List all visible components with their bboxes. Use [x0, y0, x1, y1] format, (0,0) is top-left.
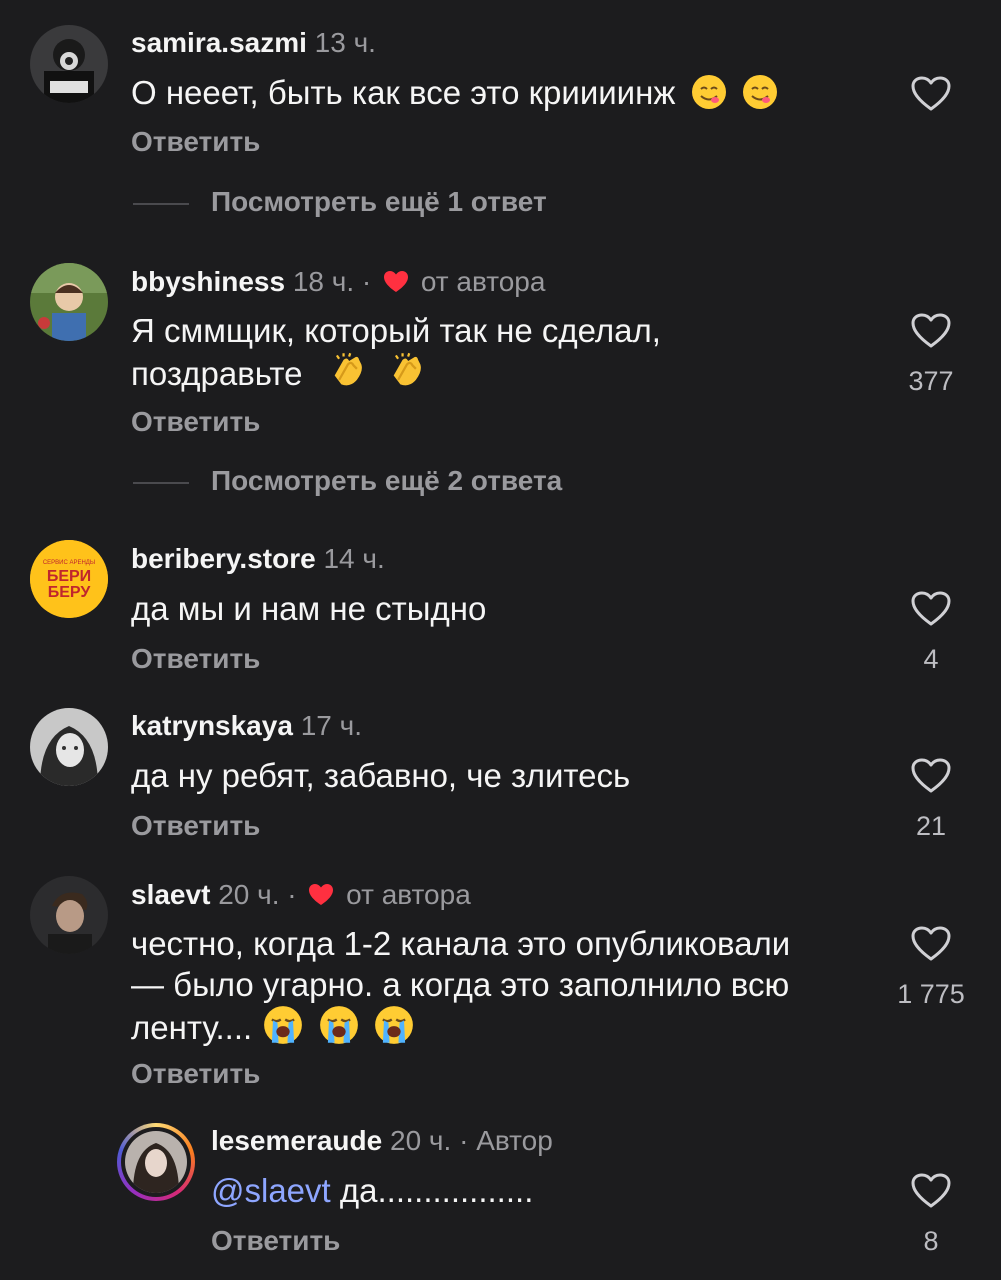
- comment-text-line-2: поздравьте: [131, 351, 661, 394]
- timestamp: 17 ч.: [300, 710, 362, 741]
- like-button[interactable]: 8: [891, 1173, 971, 1257]
- like-button[interactable]: 377: [891, 313, 971, 397]
- avatar-logo-text-2: БЕРУ: [48, 584, 92, 601]
- comment-text: да мы и нам не стыдно: [131, 588, 486, 629]
- comment-text: честно, когда 1-2 канала это опубликовал…: [131, 923, 790, 1048]
- comment-text-content: О нееет, быть как все это криииинж: [131, 74, 676, 111]
- timestamp: 20 ч.: [390, 1125, 452, 1156]
- comment-meta: samira.sazmi 13 ч.: [131, 26, 376, 60]
- comment-meta: beribery.store 14 ч.: [131, 542, 385, 576]
- timestamp: 14 ч.: [323, 543, 385, 574]
- avatar-caption: СЕРВИС АРЕНДЫ: [43, 560, 95, 566]
- reply-button[interactable]: Ответить: [131, 406, 260, 438]
- reply-button[interactable]: Ответить: [131, 810, 260, 842]
- avatar[interactable]: СЕРВИС АРЕНДЫ БЕРИ БЕРУ: [30, 540, 108, 618]
- like-count: 8: [923, 1226, 939, 1256]
- author-liked-label: от автора: [346, 879, 471, 910]
- separator-dot: ·: [287, 879, 297, 910]
- comment-meta: slaevt 20 ч. · от автора: [131, 878, 471, 912]
- like-count: 377: [908, 366, 954, 396]
- view-more-replies-label: Посмотреть ещё 1 ответ: [211, 186, 547, 217]
- comment-text: Я сммщик, который так не сделал, поздрав…: [131, 310, 661, 394]
- heart-outline-icon: [911, 758, 951, 793]
- like-button[interactable]: 21: [891, 758, 971, 842]
- comment-text-content: да ну ребят, забавно, че злитесь: [131, 757, 631, 794]
- clapping-hands-icon: [393, 352, 421, 386]
- comment-text-content: поздравьте: [131, 355, 303, 392]
- avatar[interactable]: [30, 876, 108, 954]
- heart-outline-icon: [911, 313, 951, 348]
- comment-text-content: ленту....: [131, 1009, 253, 1046]
- timestamp: 20 ч.: [218, 879, 280, 910]
- username[interactable]: katrynskaya: [131, 710, 293, 741]
- heart-outline-icon: [911, 76, 951, 111]
- author-liked-heart-icon: [384, 271, 409, 292]
- comment-text: О нееет, быть как все это криииинж: [131, 72, 778, 113]
- like-count: 4: [923, 644, 939, 674]
- like-count: 21: [915, 811, 947, 841]
- reply-button[interactable]: Ответить: [131, 1058, 260, 1090]
- loudly-crying-face-icon: [319, 1006, 358, 1044]
- separator-dot: ·: [361, 266, 372, 297]
- like-button[interactable]: [891, 76, 971, 117]
- comment-meta: lesemeraude 20 ч. · Автор: [211, 1124, 553, 1158]
- divider: [133, 481, 189, 484]
- loudly-crying-face-icon: [374, 1006, 413, 1044]
- timestamp: 18 ч.: [292, 266, 355, 297]
- comment-meta: katrynskaya 17 ч.: [131, 709, 362, 743]
- username[interactable]: slaevt: [131, 879, 210, 910]
- like-count: 1 775: [897, 979, 965, 1009]
- story-ring[interactable]: [117, 1123, 195, 1201]
- view-more-replies-label: Посмотреть ещё 2 ответа: [211, 465, 563, 496]
- avatar[interactable]: [30, 263, 108, 341]
- avatar: [125, 1131, 187, 1193]
- mention-link[interactable]: @slaevt: [211, 1172, 331, 1209]
- comment-text-line: честно, когда 1-2 канала это опубликовал…: [131, 925, 791, 962]
- heart-outline-icon: [911, 591, 951, 626]
- author-badge: Автор: [476, 1125, 553, 1156]
- clapping-hands-icon: [334, 352, 362, 386]
- heart-outline-icon: [911, 1173, 951, 1208]
- username[interactable]: lesemeraude: [211, 1125, 382, 1156]
- separator-dot: ·: [459, 1125, 469, 1156]
- comment-text-content: да.................: [330, 1172, 534, 1209]
- username[interactable]: samira.sazmi: [131, 27, 307, 58]
- like-button[interactable]: 4: [891, 591, 971, 675]
- comment-text-line: Я сммщик, который так не сделал,: [131, 312, 661, 349]
- comment-text-line-2: — было угарно. а когда это заполнило всю: [131, 966, 790, 1003]
- author-liked-label: от автора: [420, 266, 546, 297]
- author-liked-heart-icon: [309, 884, 334, 905]
- username[interactable]: beribery.store: [131, 543, 316, 574]
- username[interactable]: bbyshiness: [131, 266, 285, 297]
- comment-text-line-3: ленту....: [131, 1005, 790, 1048]
- timestamp: 13 ч.: [314, 27, 376, 58]
- loudly-crying-face-icon: [264, 1006, 303, 1044]
- avatar-logo-text: БЕРИ: [47, 568, 91, 585]
- reply-button[interactable]: Ответить: [131, 126, 260, 158]
- face-savoring-food-icon: [742, 75, 777, 109]
- comment-meta: bbyshiness 18 ч. · от автора: [131, 265, 545, 299]
- divider: [133, 202, 189, 205]
- heart-outline-icon: [911, 926, 951, 961]
- view-more-replies-button[interactable]: Посмотреть ещё 1 ответ: [133, 186, 547, 218]
- avatar[interactable]: [30, 25, 108, 103]
- view-more-replies-button[interactable]: Посмотреть ещё 2 ответа: [133, 465, 562, 497]
- comment-text-content: да мы и нам не стыдно: [131, 590, 487, 627]
- like-button[interactable]: 1 775: [891, 926, 971, 1010]
- reply-button[interactable]: Ответить: [211, 1225, 340, 1257]
- reply-button[interactable]: Ответить: [131, 643, 260, 675]
- face-savoring-food-icon: [691, 75, 726, 109]
- comment-text: @slaevt да.................: [211, 1170, 533, 1211]
- comment-text: да ну ребят, забавно, че злитесь: [131, 755, 630, 796]
- avatar[interactable]: [30, 708, 108, 786]
